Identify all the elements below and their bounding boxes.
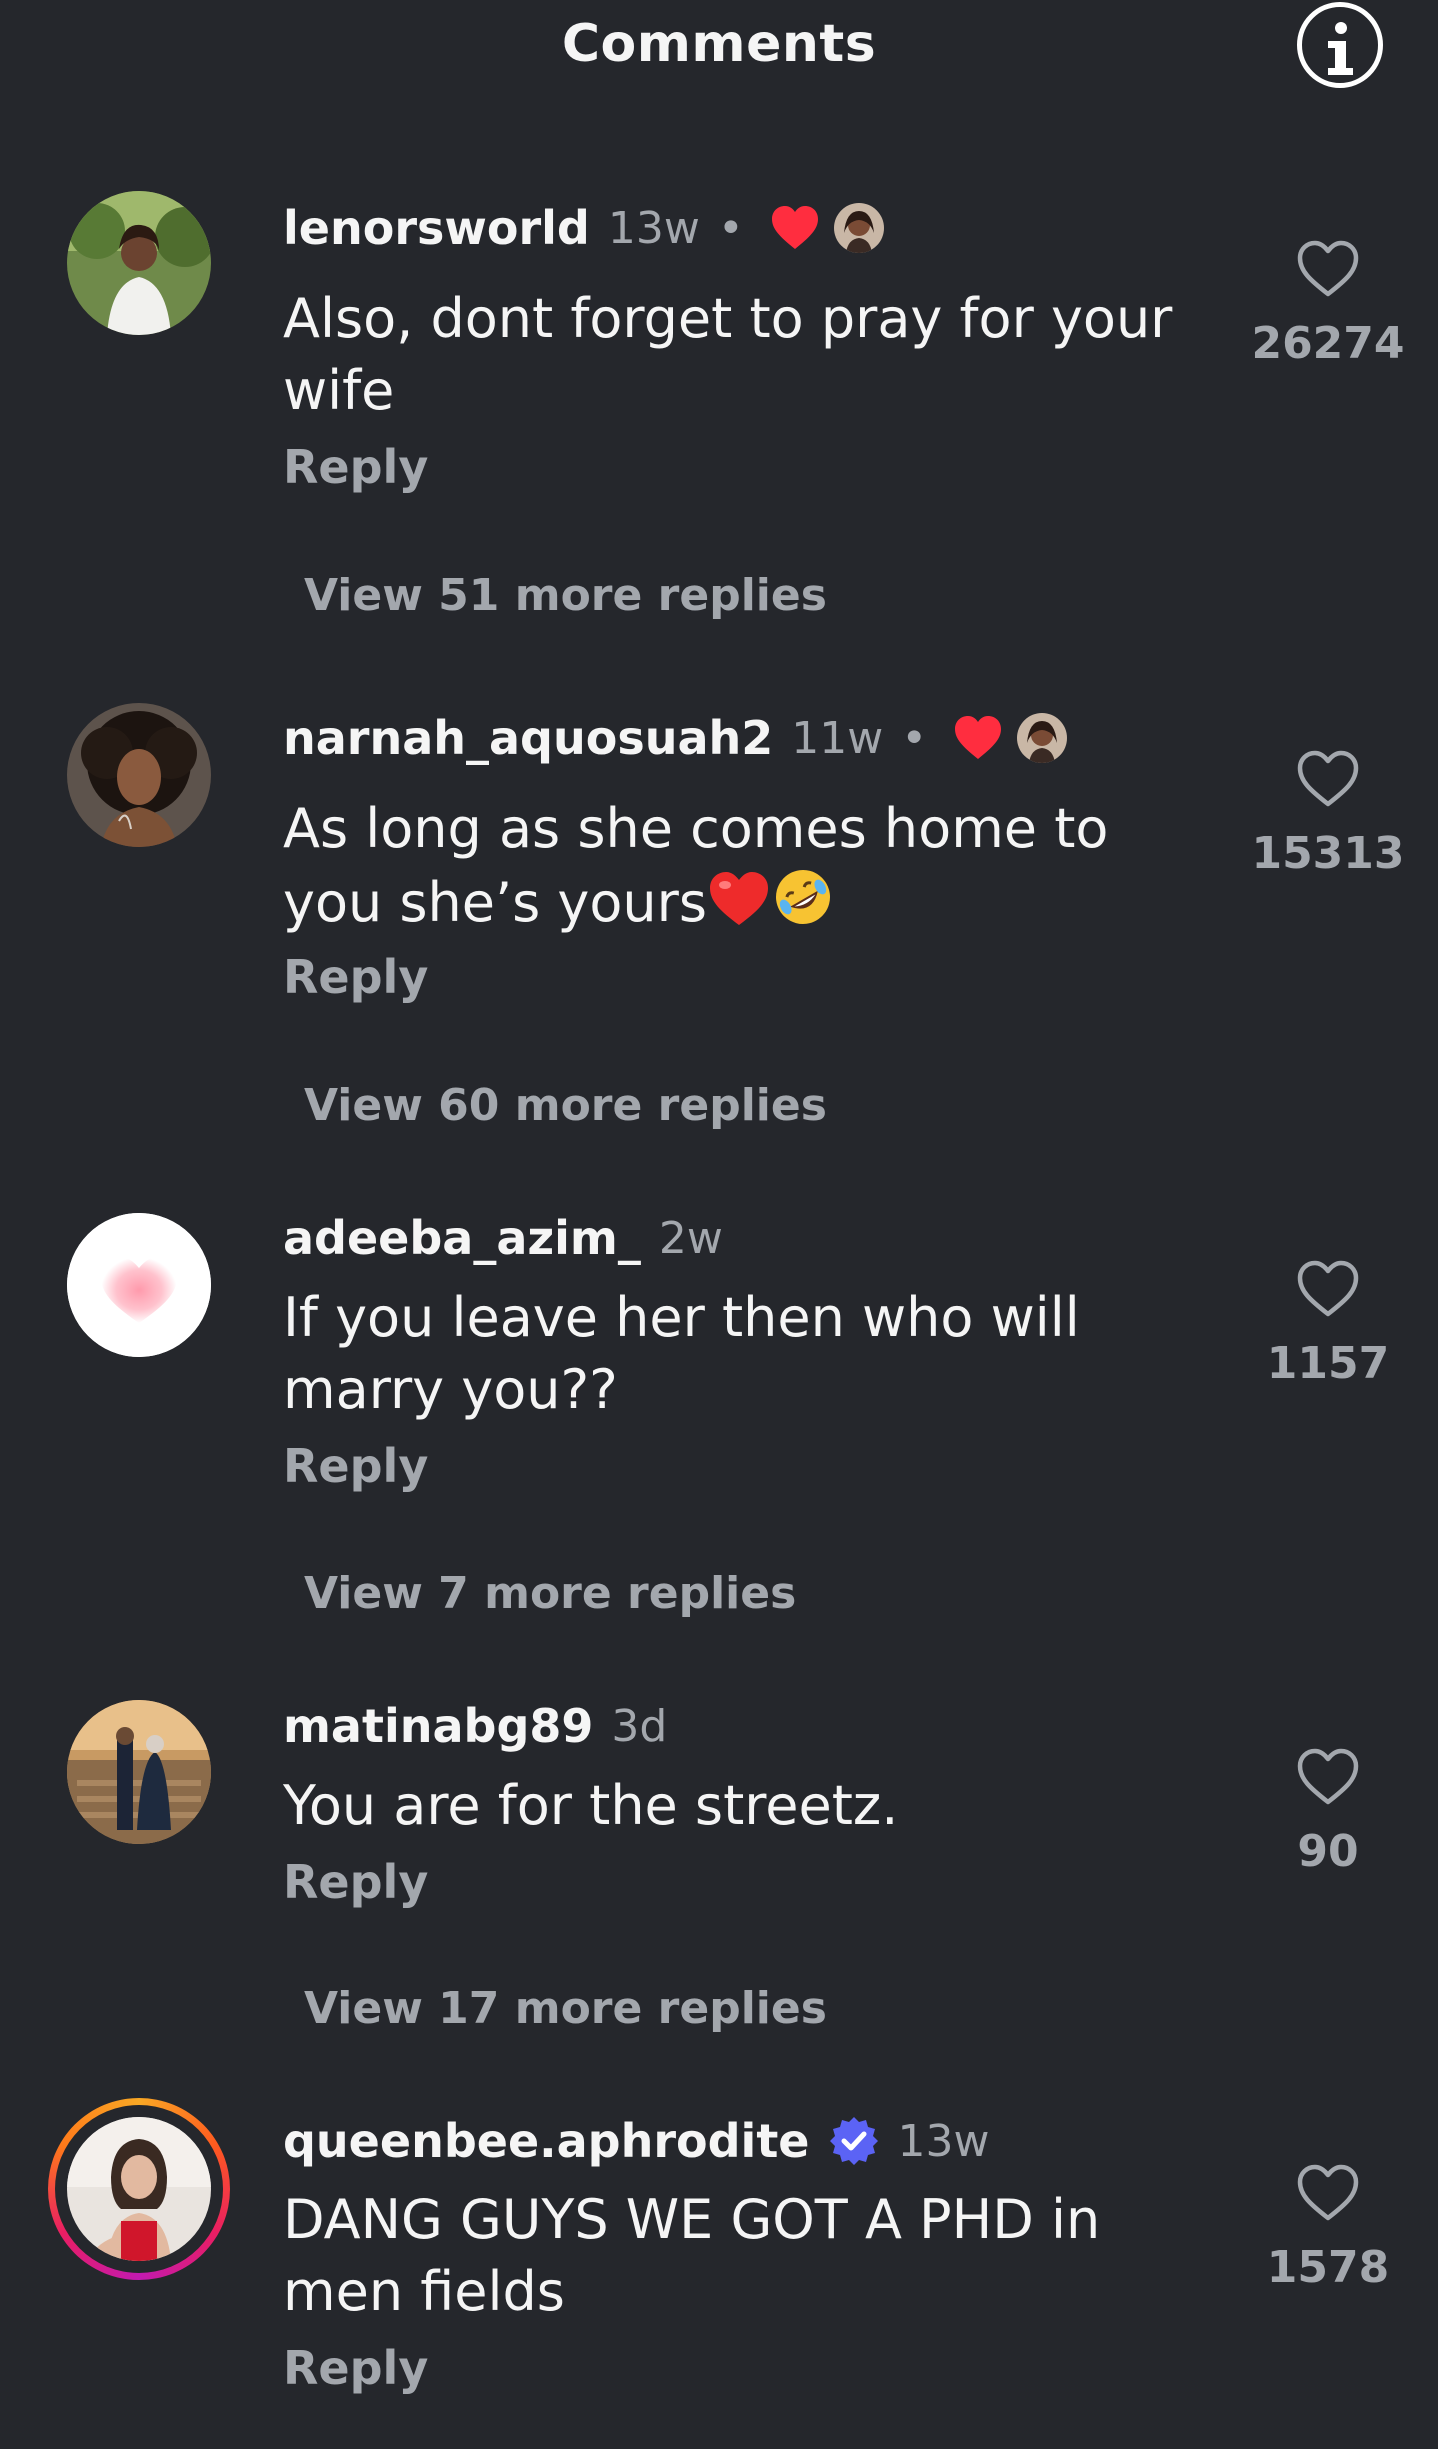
comment-meta: adeeba_azim_ 2w — [283, 1208, 723, 1268]
like-count: 1578 — [1266, 2242, 1390, 2293]
like-heart-icon[interactable] — [1296, 750, 1360, 808]
author-liked-heart-icon — [955, 716, 1002, 759]
avatar[interactable] — [67, 191, 211, 335]
username[interactable]: lenorsworld — [283, 201, 590, 255]
timestamp: 13w — [607, 202, 700, 254]
timestamp: 13w — [897, 2115, 990, 2167]
separator-dot: • — [717, 202, 744, 254]
reply-button[interactable]: Reply — [283, 2341, 428, 2395]
avatar[interactable] — [67, 1213, 211, 1357]
avatar[interactable] — [67, 1700, 211, 1844]
like-count: 90 — [1297, 1826, 1359, 1877]
comment-meta: lenorsworld 13w • — [283, 198, 884, 258]
username[interactable]: queenbee.aphrodite — [283, 2114, 810, 2168]
timestamp: 2w — [658, 1212, 723, 1264]
timestamp: 11w — [791, 712, 884, 764]
like-heart-icon[interactable] — [1296, 1748, 1360, 1806]
view-replies-link[interactable]: View 7 more replies — [304, 1568, 796, 1619]
username[interactable]: adeeba_azim_ — [283, 1211, 641, 1265]
author-liked-heart-icon — [771, 206, 818, 249]
author-avatar — [1017, 713, 1068, 763]
author-avatar — [833, 203, 884, 253]
view-replies-link[interactable]: View 60 more replies — [304, 1080, 827, 1131]
like-count: 1157 — [1266, 1338, 1390, 1389]
like-heart-icon[interactable] — [1296, 1260, 1360, 1318]
story-ring[interactable] — [48, 2098, 230, 2280]
comment-text-content: As long as she comes home to you she’s y… — [283, 797, 1109, 934]
comment-text: As long as she comes home to you she’s y… — [283, 793, 1183, 947]
like-count: 26274 — [1251, 318, 1405, 369]
like-heart-icon[interactable] — [1296, 2164, 1360, 2222]
comment-meta: matinabg89 3d — [283, 1696, 667, 1756]
username[interactable]: matinabg89 — [283, 1699, 593, 1753]
page-title: Comments — [561, 14, 877, 74]
reply-button[interactable]: Reply — [283, 950, 428, 1004]
verified-badge-icon — [829, 2117, 878, 2165]
reply-button[interactable]: Reply — [283, 440, 428, 494]
like-count: 15313 — [1251, 828, 1405, 879]
comments-header: Comments — [0, 0, 1438, 96]
reply-button[interactable]: Reply — [283, 1439, 428, 1493]
comment-text: You are for the streetz. — [283, 1774, 899, 1837]
username[interactable]: narnah_aquosuah2 — [283, 711, 773, 765]
avatar[interactable] — [67, 703, 211, 847]
view-replies-link[interactable]: View 51 more replies — [304, 570, 827, 621]
timestamp: 3d — [611, 1700, 668, 1752]
heart-emoji-icon — [707, 869, 771, 947]
comment-meta: queenbee.aphrodite 13w — [283, 2111, 990, 2171]
comment-text: Also, dont forget to pray for your wife — [283, 287, 1173, 422]
comment-meta: narnah_aquosuah2 11w • — [283, 708, 1068, 768]
view-replies-link[interactable]: View 17 more replies — [304, 1983, 827, 2034]
comment-text: If you leave her then who will marry you… — [283, 1286, 1080, 1421]
like-heart-icon[interactable] — [1296, 240, 1360, 298]
info-icon[interactable] — [1297, 2, 1383, 88]
separator-dot: • — [901, 712, 928, 764]
reply-button[interactable]: Reply — [283, 1855, 428, 1909]
comment-text: DANG GUYS WE GOT A PHD in men fields — [283, 2188, 1101, 2323]
avatar[interactable] — [67, 2117, 211, 2261]
rofl-emoji-icon — [771, 865, 835, 947]
